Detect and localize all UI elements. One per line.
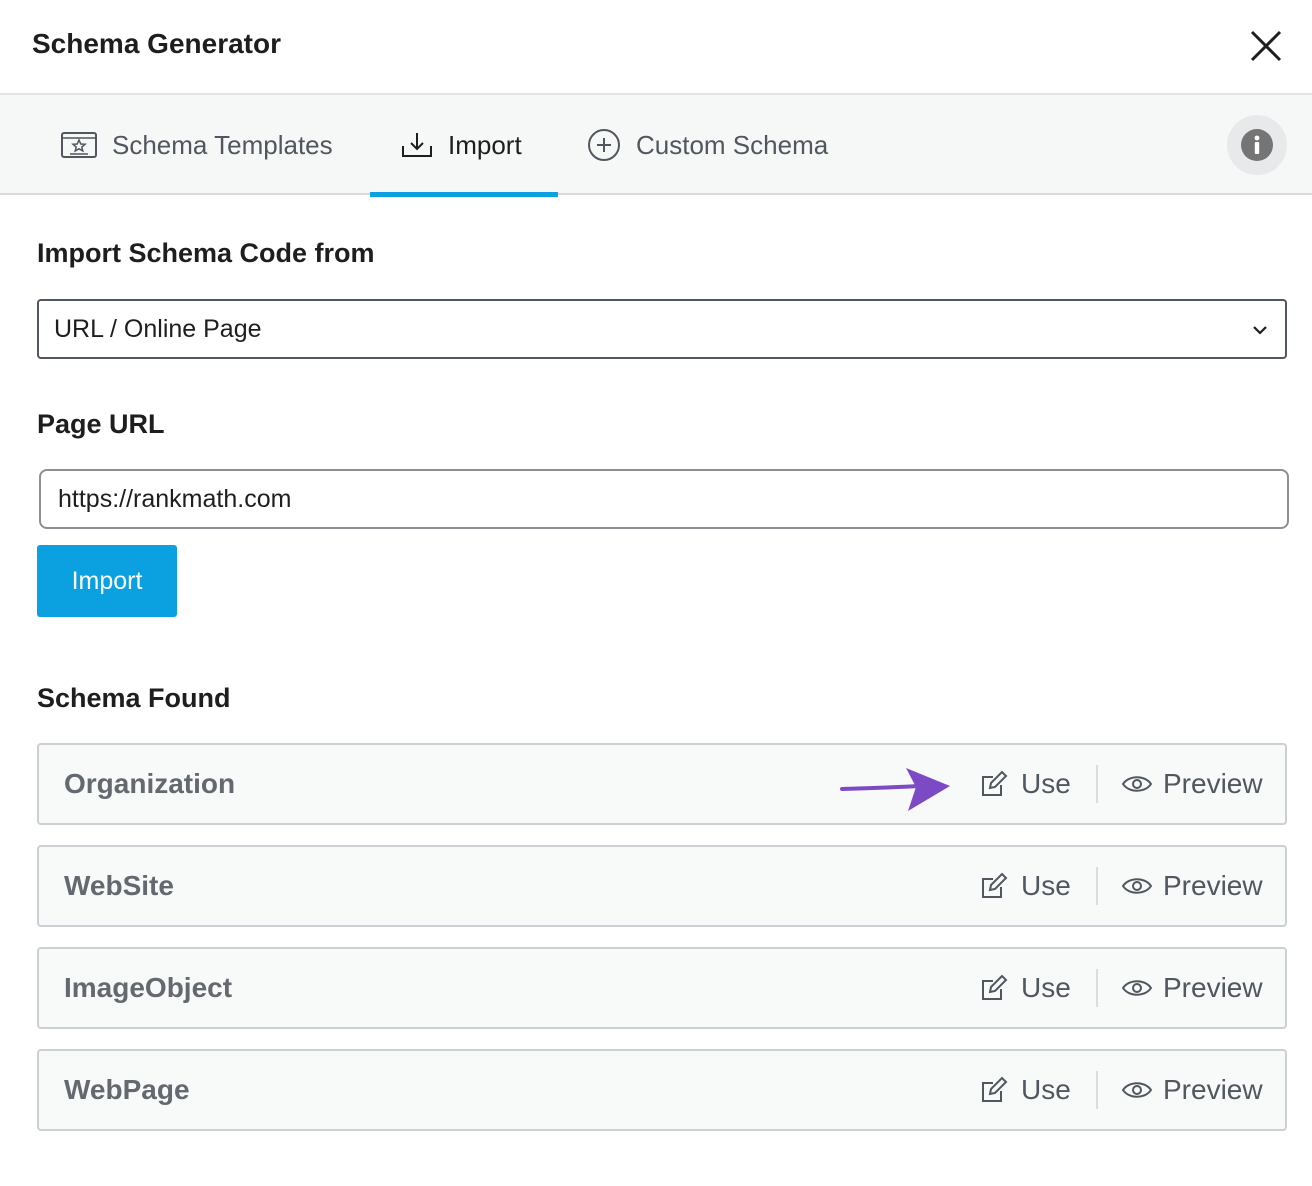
- schema-row-organization: Organization Use Preview: [37, 743, 1287, 825]
- schema-name: WebSite: [64, 870, 174, 901]
- dialog-title: Schema Generator: [32, 28, 281, 59]
- active-tab-indicator: [370, 192, 558, 197]
- use-label: Use: [1021, 972, 1071, 1003]
- preview-button[interactable]: Preview: [1121, 949, 1263, 1027]
- schema-found-heading: Schema Found: [37, 683, 231, 713]
- edit-icon: [982, 974, 1008, 1000]
- preview-label: Preview: [1163, 870, 1263, 901]
- eye-icon: [1121, 776, 1153, 792]
- edit-icon: [982, 872, 1008, 898]
- use-label: Use: [1021, 870, 1071, 901]
- import-icon: [402, 133, 432, 157]
- page-url-label: Page URL: [37, 409, 165, 439]
- dialog-header: Schema Generator: [0, 0, 1312, 95]
- tab-custom-schema[interactable]: Custom Schema: [586, 95, 828, 195]
- edit-icon: [982, 1076, 1008, 1102]
- chevron-down-icon: [1253, 326, 1267, 335]
- divider: [1096, 1071, 1098, 1109]
- tab-import[interactable]: Import: [370, 95, 558, 197]
- tab-label: Custom Schema: [636, 129, 829, 160]
- divider: [1096, 765, 1098, 803]
- plus-circle-icon: [588, 129, 620, 161]
- tab-label: Import: [448, 129, 522, 160]
- preview-button[interactable]: Preview: [1121, 847, 1263, 925]
- schema-row-imageobject: ImageObject Use Preview: [37, 947, 1287, 1029]
- use-button[interactable]: Use: [979, 949, 1071, 1027]
- preview-button[interactable]: Preview: [1121, 1051, 1263, 1129]
- use-button[interactable]: Use: [979, 847, 1071, 925]
- tab-label: Schema Templates: [112, 129, 333, 160]
- close-button[interactable]: [1244, 24, 1288, 68]
- eye-icon: [1121, 1082, 1153, 1098]
- tab-schema-templates[interactable]: Schema Templates: [60, 95, 333, 195]
- preview-button[interactable]: Preview: [1121, 745, 1263, 823]
- schema-name: WebPage: [64, 1074, 190, 1105]
- annotation-arrow-icon: [840, 768, 950, 811]
- use-label: Use: [1021, 768, 1071, 799]
- use-label: Use: [1021, 1074, 1071, 1105]
- info-button[interactable]: [1227, 115, 1287, 175]
- eye-icon: [1121, 878, 1153, 894]
- import-source-select[interactable]: URL / Online Page: [37, 299, 1287, 359]
- schema-name: ImageObject: [64, 972, 233, 1003]
- tab-bar: Schema Templates Import Custom Schema: [0, 95, 1312, 197]
- schema-name: Organization: [64, 768, 236, 799]
- import-source-label: Import Schema Code from: [37, 238, 375, 268]
- import-source-value: URL / Online Page: [54, 314, 262, 343]
- use-button[interactable]: Use: [979, 745, 1071, 823]
- import-button[interactable]: Import: [37, 545, 177, 617]
- divider: [1096, 867, 1098, 905]
- preview-label: Preview: [1163, 972, 1263, 1003]
- use-button[interactable]: Use: [979, 1051, 1071, 1129]
- preview-label: Preview: [1163, 768, 1263, 799]
- schema-row-website: WebSite Use Preview: [37, 845, 1287, 927]
- edit-icon: [982, 770, 1008, 796]
- page-url-value: https://rankmath.com: [58, 484, 292, 513]
- schema-row-webpage: WebPage Use Preview: [37, 1049, 1287, 1131]
- close-icon: [1250, 30, 1282, 62]
- schema-templates-icon: [61, 132, 97, 158]
- preview-label: Preview: [1163, 1074, 1263, 1105]
- eye-icon: [1121, 980, 1153, 996]
- divider: [1096, 969, 1098, 1007]
- page-url-input[interactable]: https://rankmath.com: [39, 469, 1289, 529]
- info-icon: [1241, 129, 1273, 161]
